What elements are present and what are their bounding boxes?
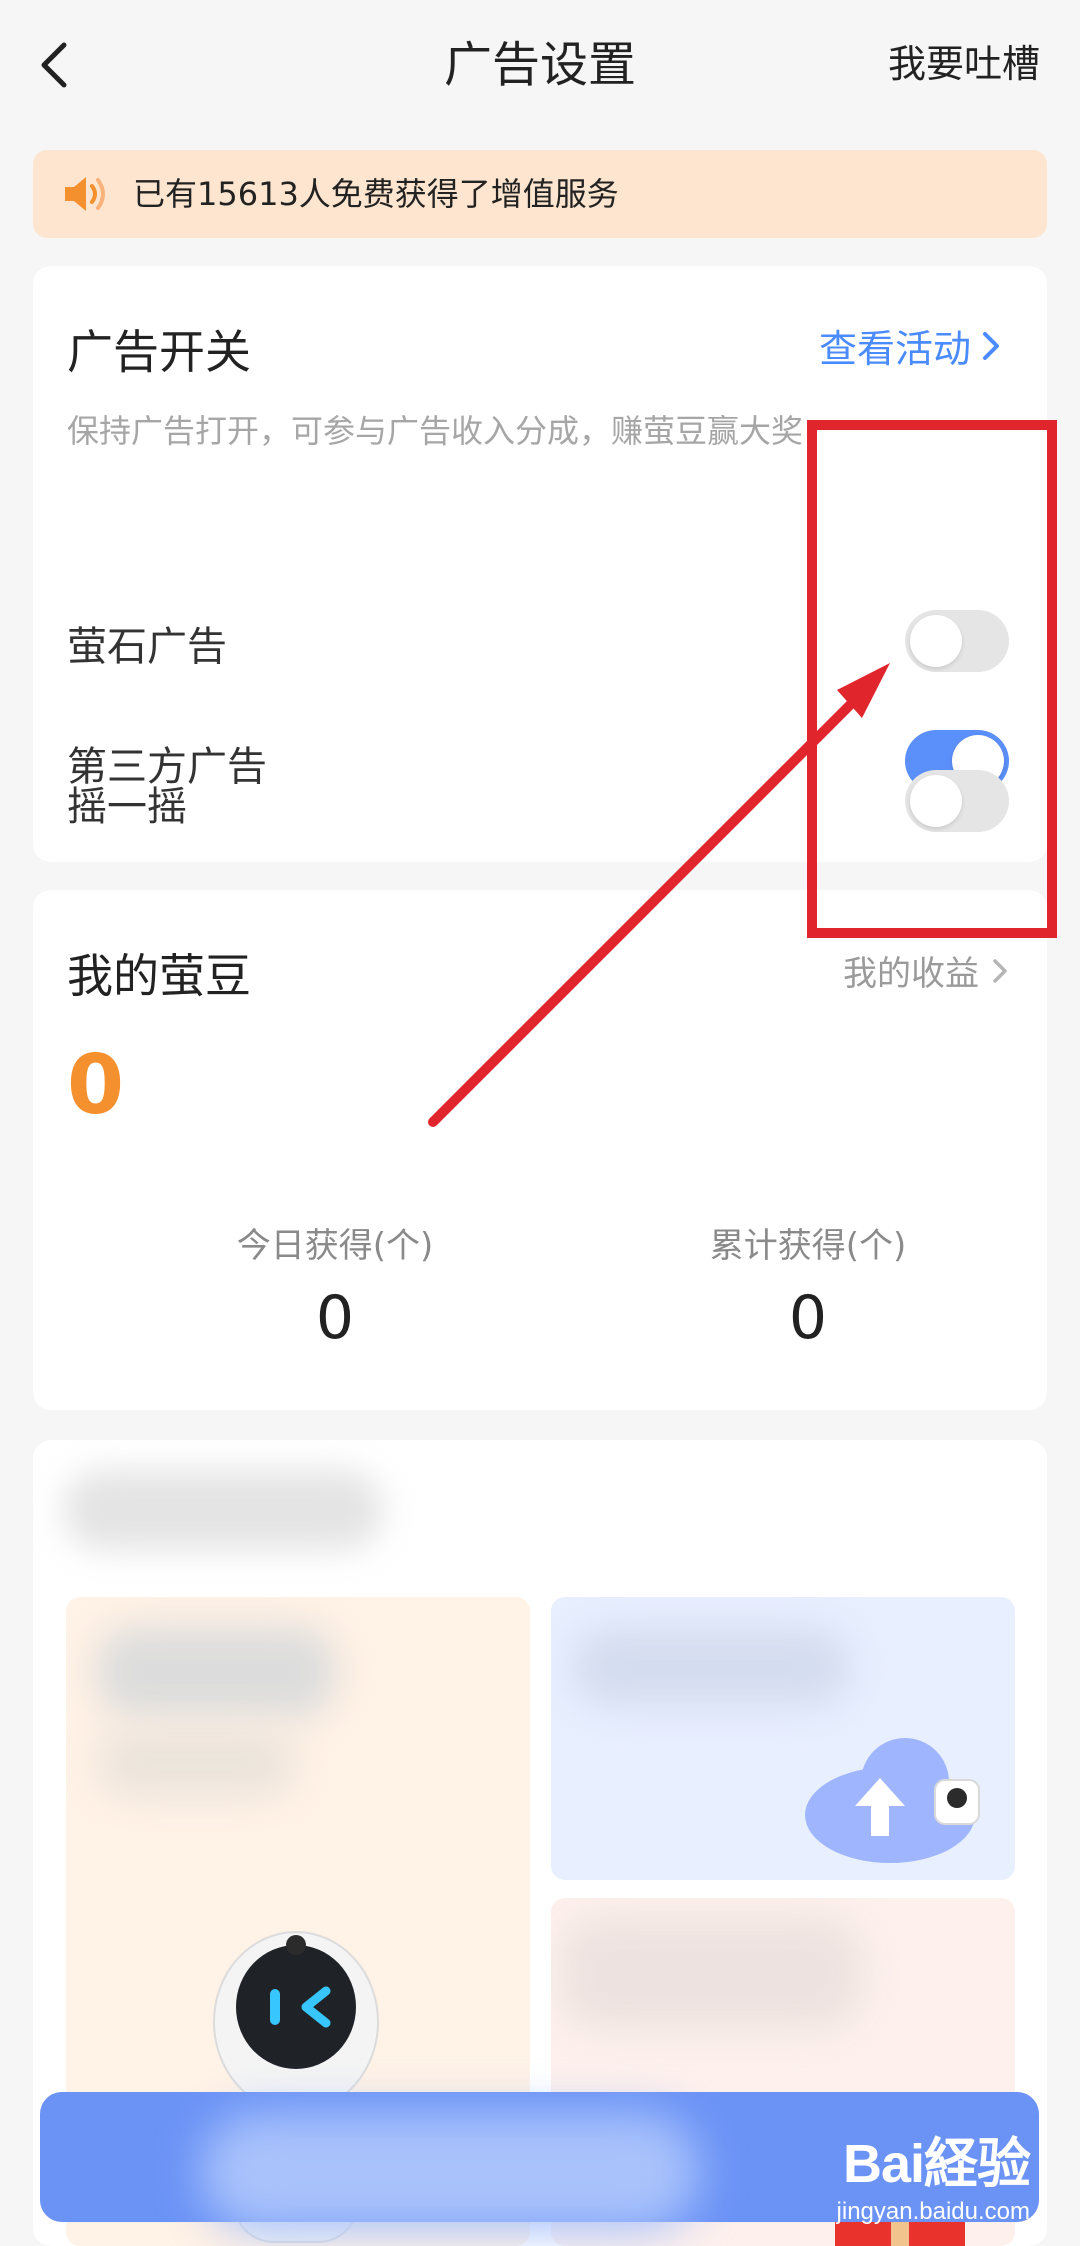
ad-row-shake-item: 摇一摇 [33, 752, 1047, 852]
my-beans-card: 我的萤豆 我的收益 0 今日获得(个) 0 累计获得(个) 0 [33, 890, 1047, 1410]
blurred-text [571, 1627, 851, 1707]
bean-total-value: 0 [67, 1038, 125, 1133]
view-activity-label: 查看活动 [818, 327, 971, 371]
baidu-watermark: Bai経验 jingyan.baidu.com [836, 2119, 1031, 2226]
notice-text: 已有15613人免费获得了增值服务 [133, 175, 619, 213]
cloud-upload-icon [805, 1738, 980, 1863]
watermark-logo: Bai経验 [842, 2134, 1031, 2194]
ezviz-ad-toggle[interactable] [905, 610, 1009, 672]
cumulative-value: 0 [788, 1283, 828, 1353]
feedback-button[interactable]: 我要吐槽 [888, 34, 1040, 94]
today-stat: 今日获得(个) 0 [165, 1218, 505, 1353]
promo-title-blurred [63, 1470, 383, 1550]
ad-switch-subtitle: 保持广告打开，可参与广告收入分成，赚萤豆赢大奖 [67, 412, 804, 450]
watermark-url: jingyan.baidu.com [836, 2198, 1030, 2225]
ad-switch-title: 广告开关 [67, 325, 251, 379]
notice-banner: 已有15613人免费获得了增值服务 [33, 150, 1047, 238]
today-value: 0 [315, 1283, 355, 1353]
top-bar: 广告设置 我要吐槽 [0, 0, 1080, 130]
toggle-knob [910, 615, 962, 667]
my-earnings-label: 我的收益 [843, 954, 979, 994]
view-activity-link[interactable]: 查看活动 [819, 318, 1001, 373]
chevron-right-icon [983, 331, 999, 360]
ad-row-label: 萤石广告 [67, 624, 227, 670]
today-label: 今日获得(个) [236, 1226, 434, 1266]
shake-ad-toggle[interactable] [905, 770, 1009, 832]
speaker-icon [65, 177, 105, 211]
cumulative-label: 累计获得(个) [709, 1226, 907, 1266]
blurred-text [561, 1918, 861, 2028]
cumulative-stat: 累计获得(个) 0 [638, 1218, 978, 1353]
chevron-right-icon [993, 958, 1007, 983]
ad-row-ezviz: 萤石广告 [33, 592, 1047, 692]
toggle-knob [910, 775, 962, 827]
my-earnings-link[interactable]: 我的收益 [843, 946, 1009, 995]
blurred-button-label [200, 2112, 700, 2232]
promo-tile-cloud-storage[interactable] [551, 1597, 1015, 1880]
ad-row-label: 摇一摇 [67, 784, 187, 830]
my-beans-title: 我的萤豆 [67, 949, 251, 1003]
